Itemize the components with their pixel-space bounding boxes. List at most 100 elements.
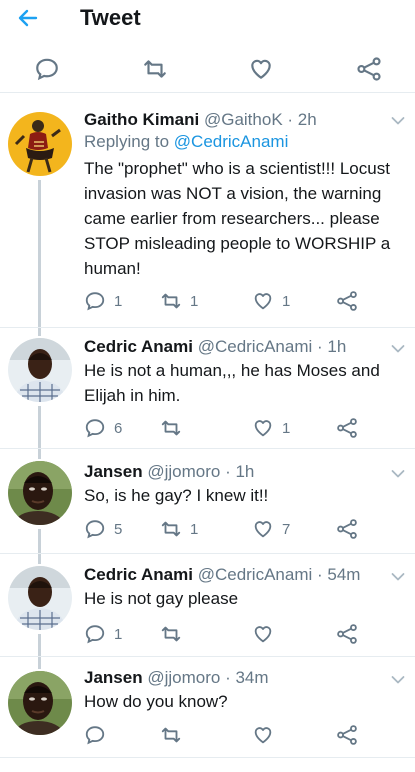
timestamp: · 1h <box>225 462 255 481</box>
thread-line <box>38 529 41 553</box>
back-arrow-icon[interactable] <box>16 6 40 30</box>
like-button[interactable]: 1 <box>252 416 290 440</box>
user-handle[interactable]: @jjomoro <box>147 668 220 687</box>
avatar[interactable] <box>8 671 72 735</box>
tweet-actions: 6 1 <box>84 416 384 440</box>
thread-line <box>38 449 41 459</box>
tweet-actions: 5 1 7 <box>84 517 384 541</box>
thread-line <box>38 180 41 327</box>
tweet-text: So, is he gay? I knew it!! <box>84 486 269 505</box>
timestamp: · 2h <box>287 110 317 129</box>
retweet-button[interactable] <box>160 622 190 646</box>
like-button[interactable] <box>252 622 282 646</box>
retweet-count: 1 <box>190 520 199 538</box>
thread-line <box>38 406 41 448</box>
reply-button[interactable] <box>84 723 114 747</box>
display-name[interactable]: Jansen <box>84 462 143 481</box>
like-icon[interactable] <box>248 56 274 82</box>
replying-to: Replying to @CedricAnami <box>84 132 289 151</box>
tweet-jansen[interactable]: Jansen @jjomoro · 34m How do you know? <box>0 657 415 758</box>
retweet-button[interactable] <box>160 723 190 747</box>
like-button[interactable] <box>252 723 282 747</box>
retweet-button[interactable]: 1 <box>160 289 198 313</box>
like-button[interactable]: 7 <box>252 517 290 541</box>
chevron-down-icon[interactable] <box>391 344 405 354</box>
share-icon[interactable] <box>356 56 382 82</box>
avatar[interactable] <box>8 112 72 176</box>
share-icon <box>336 623 358 645</box>
thread-line <box>38 328 41 336</box>
display-name[interactable]: Jansen <box>84 668 143 687</box>
retweet-icon <box>160 518 182 540</box>
thread-line <box>38 634 41 656</box>
chevron-down-icon[interactable] <box>391 469 405 479</box>
reply-button[interactable]: 5 <box>84 517 122 541</box>
reply-count: 1 <box>114 625 123 643</box>
tweet-jansen[interactable]: Jansen @jjomoro · 1h So, is he gay? I kn… <box>0 449 415 554</box>
mention-link[interactable]: @CedricAnami <box>174 132 289 151</box>
share-icon <box>336 417 358 439</box>
tweet-text: How do you know? <box>84 692 228 711</box>
tweet-cedric-anami[interactable]: Cedric Anami @CedricAnami · 1h He is not… <box>0 328 415 449</box>
chevron-down-icon[interactable] <box>391 572 405 582</box>
top-bar: Tweet <box>0 0 415 38</box>
reply-count: 6 <box>114 419 123 437</box>
tweet-text: He is not gay please <box>84 589 239 608</box>
like-icon <box>252 417 274 439</box>
share-button[interactable] <box>336 416 358 440</box>
timestamp: · 34m <box>225 668 269 687</box>
tweet-actions <box>84 723 384 747</box>
retweet-button[interactable]: 1 <box>160 517 198 541</box>
chevron-down-icon[interactable] <box>391 116 405 126</box>
share-button[interactable] <box>336 289 358 313</box>
reply-icon[interactable] <box>34 56 60 82</box>
user-handle[interactable]: @CedricAnami <box>198 337 313 356</box>
display-name[interactable]: Cedric Anami <box>84 565 193 584</box>
share-button[interactable] <box>336 723 358 747</box>
like-icon <box>252 724 274 746</box>
avatar[interactable] <box>8 461 72 525</box>
thread-line <box>38 554 41 564</box>
share-icon <box>336 290 358 312</box>
tweet-cedric-anami[interactable]: Cedric Anami @CedricAnami · 54m He is no… <box>0 554 415 657</box>
reply-icon <box>84 724 106 746</box>
share-button[interactable] <box>336 622 358 646</box>
page-title: Tweet <box>80 5 141 30</box>
tweet-actions: 1 <box>84 622 384 646</box>
retweet-icon <box>160 290 182 312</box>
tweet-gaitho-kimani[interactable]: Gaitho Kimani @GaithoK · 2h Replying to … <box>0 96 415 328</box>
timestamp: · 1h <box>317 337 347 356</box>
retweet-icon <box>160 724 182 746</box>
user-handle[interactable]: @GaithoK <box>204 110 283 129</box>
reply-button[interactable]: 1 <box>84 289 122 313</box>
share-button[interactable] <box>336 517 358 541</box>
retweet-button[interactable] <box>160 416 190 440</box>
timestamp: · 54m <box>317 565 361 584</box>
like-count: 1 <box>282 292 291 310</box>
user-handle[interactable]: @CedricAnami <box>198 565 313 584</box>
like-button[interactable]: 1 <box>252 289 290 313</box>
reply-button[interactable]: 1 <box>84 622 122 646</box>
retweet-icon <box>160 623 182 645</box>
reply-icon <box>84 518 106 540</box>
avatar[interactable] <box>8 566 72 630</box>
reply-count: 5 <box>114 520 123 538</box>
user-handle[interactable]: @jjomoro <box>147 462 220 481</box>
retweet-icon[interactable] <box>142 56 168 82</box>
reply-icon <box>84 623 106 645</box>
reply-count: 1 <box>114 292 123 310</box>
display-name[interactable]: Gaitho Kimani <box>84 110 199 129</box>
tweet-text: He is not a human,,, he has Moses and El… <box>84 361 380 405</box>
avatar[interactable] <box>8 338 72 402</box>
retweet-icon <box>160 417 182 439</box>
reply-icon <box>84 290 106 312</box>
share-icon <box>336 724 358 746</box>
chevron-down-icon[interactable] <box>391 675 405 685</box>
reply-button[interactable]: 6 <box>84 416 122 440</box>
retweet-count: 1 <box>190 292 199 310</box>
share-icon <box>336 518 358 540</box>
like-icon <box>252 290 274 312</box>
tweet-text: The "prophet" who is a scientist!!! Locu… <box>84 159 391 278</box>
display-name[interactable]: Cedric Anami <box>84 337 193 356</box>
reply-icon <box>84 417 106 439</box>
